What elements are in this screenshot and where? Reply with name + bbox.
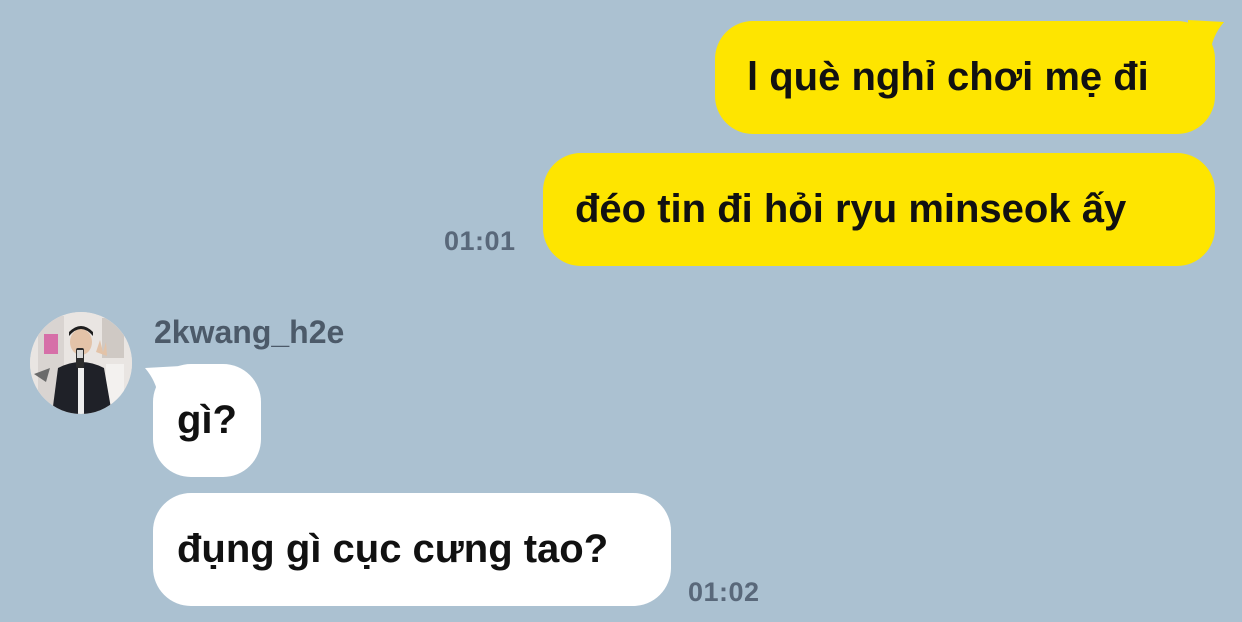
message-text: l què nghỉ chơi mẹ đi bbox=[747, 55, 1149, 99]
incoming-message-bubble[interactable]: gì? bbox=[153, 364, 261, 477]
message-text: đéo tin đi hỏi ryu minseok ấy bbox=[575, 187, 1127, 231]
message-timestamp: 01:01 bbox=[444, 226, 516, 256]
outgoing-message-bubble[interactable]: đéo tin đi hỏi ryu minseok ấy bbox=[543, 153, 1215, 266]
chat-conversation: l què nghỉ chơi mẹ đi đéo tin đi hỏi ryu… bbox=[0, 0, 1242, 622]
message-text: đụng gì cục cưng tao? bbox=[177, 527, 609, 571]
message-text: gì? bbox=[177, 398, 237, 442]
profile-photo-icon bbox=[30, 312, 132, 414]
incoming-message-bubble[interactable]: đụng gì cục cưng tao? bbox=[153, 493, 671, 606]
sender-name[interactable]: 2kwang_h2e bbox=[154, 314, 344, 351]
outgoing-message-bubble[interactable]: l què nghỉ chơi mẹ đi bbox=[715, 21, 1215, 134]
message-timestamp: 01:02 bbox=[688, 577, 760, 607]
sender-avatar[interactable] bbox=[30, 312, 132, 414]
